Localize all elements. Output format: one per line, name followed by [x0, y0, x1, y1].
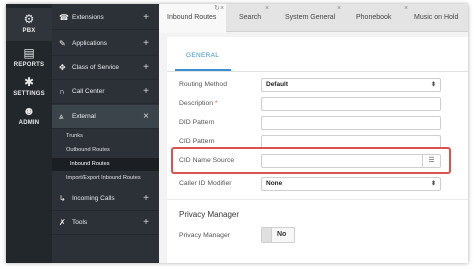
edit-icon: ✎ [59, 39, 66, 48]
sidebar-item-class-of-service[interactable]: ✥ Class of Service + [52, 56, 159, 80]
toggle-value: No [277, 231, 287, 238]
users-icon: ☻ [22, 104, 36, 118]
expand-icon[interactable]: + [143, 32, 149, 56]
sidebar-subitem-trunks[interactable]: Trunks [52, 130, 159, 143]
select-caret-icon: ⬍ [430, 82, 436, 88]
rail-pbx[interactable]: ⚙ PBX [6, 8, 52, 41]
tab-label: Phonebook [356, 14, 392, 21]
tab-label: Inbound Routes [167, 14, 217, 21]
close-icon[interactable]: × [265, 5, 269, 12]
phone-icon: ☎ [59, 13, 69, 22]
expand-icon[interactable]: + [143, 56, 149, 80]
cid-pattern-label: CID Pattern [179, 138, 215, 145]
gear-icon: ⚙ [23, 12, 35, 26]
rail-settings-label: SETTINGS [13, 91, 45, 97]
tab-label: System General [285, 14, 336, 21]
select-caret-icon: ⬍ [430, 181, 436, 187]
close-icon[interactable]: × [220, 5, 224, 12]
rail-pbx-label: PBX [22, 28, 36, 34]
cogs-icon: ✱ [23, 75, 35, 89]
tab-music-on-hold[interactable]: Music on Hold [414, 4, 468, 32]
sidebar-item-external[interactable]: ⩓ External × [52, 105, 159, 129]
tab-search[interactable]: Search × [239, 4, 289, 32]
form-panel: GENERAL Routing Method Default ⬍ Descrip… [167, 37, 468, 263]
main-rail: ⚙ PBX ▤ REPORTS ✱ SETTINGS ☻ ADMIN [6, 4, 52, 263]
tab-label: Search [239, 14, 262, 21]
sidebar-item-label: Call Center [72, 88, 105, 95]
caller-id-modifier-value: None [266, 180, 283, 187]
close-icon[interactable]: × [404, 5, 408, 12]
tab-label: Music on Hold [414, 14, 459, 21]
cid-name-source-label: CID Name Source [179, 157, 235, 164]
expand-icon[interactable]: + [143, 80, 149, 104]
sidebar-item-call-center[interactable]: ∩ Call Center + [52, 80, 159, 104]
tab-inbound-routes[interactable]: Inbound Routes ↻ × [159, 4, 226, 33]
app-window: ⚙ PBX ▤ REPORTS ✱ SETTINGS ☻ ADMIN ☎ Ext… [6, 4, 468, 263]
routing-method-label: Routing Method [179, 81, 227, 88]
caller-id-modifier-select[interactable]: None ⬍ [261, 177, 441, 191]
refresh-icon[interactable]: ↻ [214, 5, 220, 12]
toggle-knob [262, 228, 272, 242]
headset-icon: ∩ [59, 87, 65, 96]
tab-system-general[interactable]: System General × [285, 4, 349, 32]
sidebar: ☎ Extensions + ✎ Applications + ✥ Class … [52, 4, 159, 263]
privacy-manager-toggle[interactable]: No [261, 227, 295, 243]
sidebar-item-applications[interactable]: ✎ Applications + [52, 32, 159, 56]
wrench-icon: ✗ [59, 218, 66, 227]
required-mark: * [214, 100, 218, 107]
sidebar-item-label: Incoming Calls [72, 195, 115, 202]
sidebar-item-label: External [72, 113, 96, 120]
divider [167, 71, 468, 72]
sidebar-subitem-import-export[interactable]: Import/Export Inbound Routes [52, 172, 159, 185]
sidebar-item-label: Extensions [72, 14, 104, 21]
rail-admin-label: ADMIN [18, 120, 40, 126]
expand-icon[interactable]: + [143, 187, 149, 211]
incoming-call-icon: ↳ [59, 194, 66, 203]
cid-name-source-input[interactable]: ☰ [261, 154, 441, 168]
description-label: Description * [179, 100, 218, 107]
privacy-section-title: Privacy Manager [179, 210, 240, 219]
signpost-icon: ✥ [59, 63, 66, 72]
sidebar-subitem-inbound-routes[interactable]: Inbound Routes [52, 158, 159, 171]
section-divider [167, 199, 468, 200]
sidebar-subitem-outbound-routes[interactable]: Outbound Routes [52, 144, 159, 157]
routing-method-select[interactable]: Default ⬍ [261, 78, 441, 92]
sidebar-item-label: Applications [72, 40, 108, 47]
description-input[interactable] [261, 97, 441, 111]
sidebar-item-incoming-calls[interactable]: ↳ Incoming Calls + [52, 187, 159, 211]
sidebar-item-label: Class of Service [72, 64, 119, 71]
did-pattern-label: DID Pattern [179, 119, 215, 126]
expand-icon[interactable]: + [143, 6, 149, 30]
sidebar-item-extensions[interactable]: ☎ Extensions + [52, 6, 159, 30]
road-icon: ⩓ [59, 112, 64, 121]
description-label-text: Description [179, 100, 213, 107]
routing-method-value: Default [266, 81, 289, 88]
close-icon[interactable]: × [337, 5, 341, 12]
subtab-general[interactable]: GENERAL [186, 52, 219, 59]
did-pattern-input[interactable] [261, 116, 441, 130]
rail-reports-label: REPORTS [13, 62, 45, 68]
tab-phonebook[interactable]: Phonebook × [356, 4, 410, 32]
collapse-icon[interactable]: × [143, 105, 149, 129]
caller-id-modifier-label: Caller ID Modifier [179, 180, 232, 187]
rail-admin[interactable]: ☻ ADMIN [6, 100, 52, 133]
tab-bar: Inbound Routes ↻ × Search × System Gener… [159, 4, 468, 33]
sidebar-item-label: Tools [72, 219, 88, 226]
expand-icon[interactable]: + [143, 211, 149, 235]
sidebar-item-tools[interactable]: ✗ Tools + [52, 211, 159, 235]
document-icon: ▤ [23, 46, 35, 60]
privacy-manager-label: Privacy Manager [179, 232, 230, 239]
list-icon[interactable]: ☰ [422, 155, 440, 167]
main-content: Inbound Routes ↻ × Search × System Gener… [159, 4, 468, 263]
